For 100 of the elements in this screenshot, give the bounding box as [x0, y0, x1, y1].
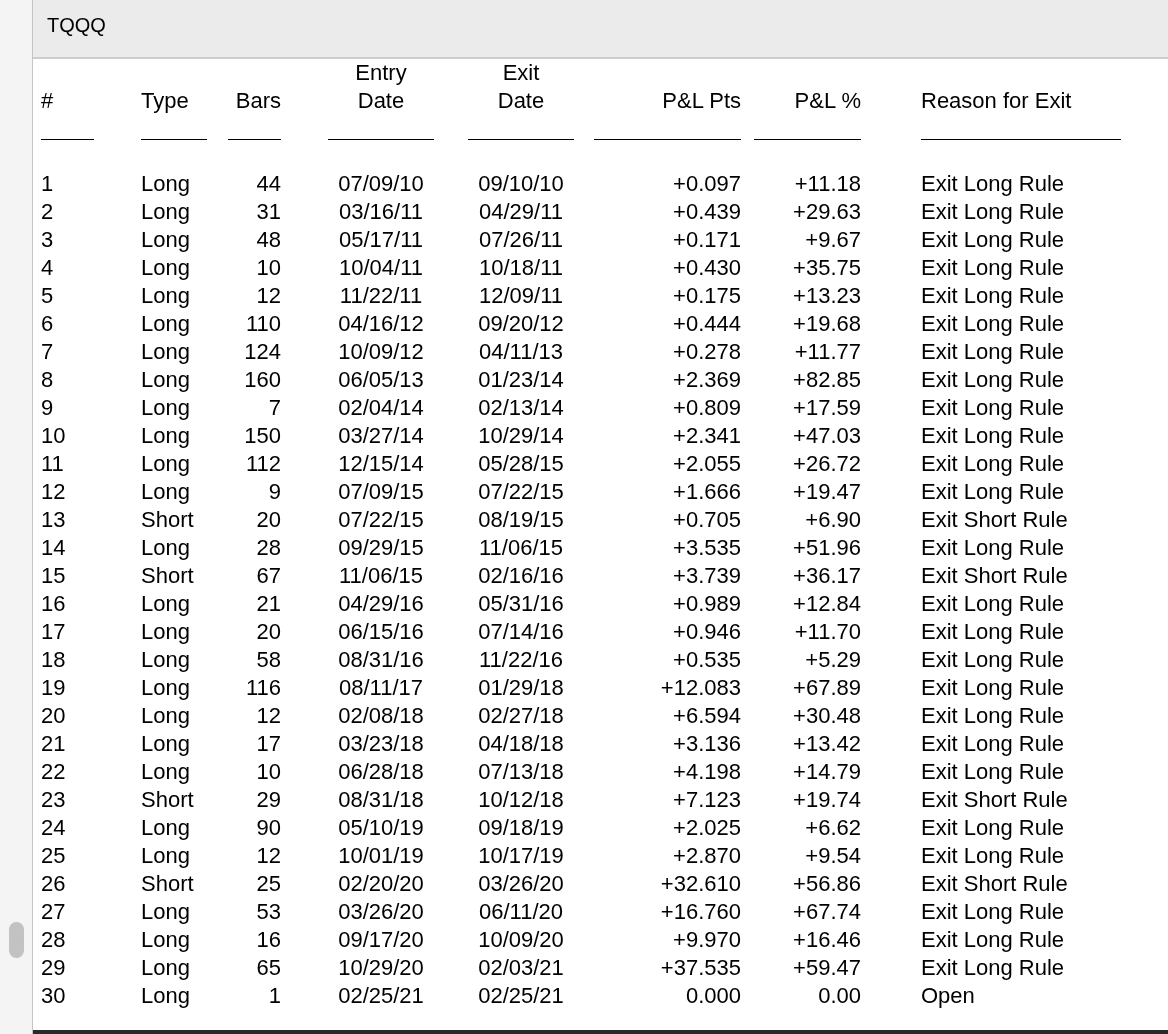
- table-cell-text: 116: [244, 674, 281, 702]
- table-cell-text: +56.86: [792, 870, 861, 898]
- table-cell-text: 10/12/18: [477, 786, 565, 814]
- table-cell-text: Exit Long Rule: [921, 366, 1066, 394]
- table-cell-text: Exit Long Rule: [921, 478, 1066, 506]
- table-cell-text: 110: [244, 310, 281, 338]
- table-cell-text: 19: [41, 674, 67, 702]
- table-cell-text: Long: [141, 478, 191, 506]
- table-cell-text: +13.42: [792, 730, 861, 758]
- table-cell-text: 09/18/19: [477, 814, 565, 842]
- table-cell-text: +0.989: [672, 590, 741, 618]
- table-cell-text: 01/29/18: [477, 674, 565, 702]
- table-cell-text: 30: [41, 982, 67, 1010]
- table-cell-text: Exit Long Rule: [921, 450, 1066, 478]
- table-cell-text: +6.62: [804, 814, 861, 842]
- column-header: #: [41, 87, 94, 140]
- table-cell-text: Exit Long Rule: [921, 254, 1066, 282]
- table-cell-text: Exit Long Rule: [921, 310, 1066, 338]
- table-cell-text: 0.000: [684, 982, 741, 1010]
- table-cell-text: 10/17/19: [477, 842, 565, 870]
- table-cell-text: Exit Long Rule: [921, 338, 1066, 366]
- table-cell-text: 10/29/14: [477, 422, 565, 450]
- table-cell-text: 31: [255, 198, 281, 226]
- table-cell-text: 7: [41, 338, 55, 366]
- table-cell-text: +0.946: [672, 618, 741, 646]
- table-cell-text: +3.535: [672, 534, 741, 562]
- table-cell-text: 04/29/16: [337, 590, 425, 618]
- table-cell-text: 21: [255, 590, 281, 618]
- table-cell-text: 9: [267, 478, 281, 506]
- table-cell-text: 07/22/15: [477, 478, 565, 506]
- table-cell-text: +0.175: [672, 282, 741, 310]
- table-cell-text: 06/15/16: [337, 618, 425, 646]
- table-cell-text: +51.96: [792, 534, 861, 562]
- table-cell-text: Exit Long Rule: [921, 646, 1066, 674]
- table-cell-text: 23: [41, 786, 67, 814]
- table-cell-text: Long: [141, 758, 191, 786]
- table-cell-text: 10: [255, 758, 281, 786]
- table-cell-text: +9.67: [804, 226, 861, 254]
- table-cell-text: +3.136: [672, 730, 741, 758]
- table-cell-text: 1: [267, 982, 281, 1010]
- table-cell-text: Long: [141, 366, 191, 394]
- table-cell-text: Short: [141, 562, 195, 590]
- table-cell-text: 10/09/20: [477, 926, 565, 954]
- table-cell-text: 05/10/19: [337, 814, 425, 842]
- table-cell-text: +2.341: [672, 422, 741, 450]
- table-cell-text: Exit Short Rule: [921, 786, 1069, 814]
- table-cell-text: +1.666: [672, 478, 741, 506]
- table-cell-text: Exit Short Rule: [921, 506, 1069, 534]
- table-cell-text: Long: [141, 254, 191, 282]
- table-cell-text: 09/29/15: [337, 534, 425, 562]
- table-cell-text: 02/04/14: [337, 394, 425, 422]
- table-cell-text: 21: [41, 730, 67, 758]
- table-cell-text: +82.85: [792, 366, 861, 394]
- scrollbar-thumb[interactable]: [8, 922, 24, 958]
- table-cell-text: 10/04/11: [338, 254, 424, 282]
- table-cell-text: Long: [141, 674, 191, 702]
- table-cell-text: +0.439: [672, 198, 741, 226]
- table-cell-text: +32.610: [659, 870, 741, 898]
- table-cell-text: 17: [255, 730, 281, 758]
- table-cell-text: 11/22/11: [338, 282, 424, 310]
- table-cell-text: +26.72: [792, 450, 861, 478]
- table-cell-text: Long: [141, 226, 191, 254]
- table-cell-text: Long: [141, 170, 191, 198]
- table-cell-text: +13.23: [792, 282, 861, 310]
- table-cell-text: 07/13/18: [477, 758, 565, 786]
- table-cell-text: Exit Short Rule: [921, 562, 1069, 590]
- table-cell-text: 02/16/16: [477, 562, 565, 590]
- table-cell-text: Exit Long Rule: [921, 814, 1066, 842]
- table-cell-text: Long: [141, 618, 191, 646]
- table-cell-text: 02/08/18: [337, 702, 425, 730]
- table-cell-text: 06/05/13: [337, 366, 425, 394]
- table-cell-text: Long: [141, 646, 191, 674]
- table-cell-text: +11.77: [793, 338, 861, 366]
- table-cell-text: 65: [255, 954, 281, 982]
- table-cell-text: 15: [41, 562, 67, 590]
- table-cell-text: +19.47: [792, 478, 861, 506]
- table-cell-text: +12.84: [792, 590, 861, 618]
- table-cell-text: 48: [255, 226, 281, 254]
- table-cell-text: 10/01/19: [337, 842, 425, 870]
- table-cell-text: +2.369: [672, 366, 741, 394]
- table-cell-text: +0.097: [672, 170, 741, 198]
- column-header: Entry Date: [328, 59, 434, 140]
- table-cell-text: 11: [41, 450, 65, 478]
- table-cell-text: Exit Long Rule: [921, 198, 1066, 226]
- table-cell-text: 02/03/21: [477, 954, 565, 982]
- table-cell-text: 08/11/17: [338, 674, 424, 702]
- table-cell-text: Long: [141, 310, 191, 338]
- table-cell-text: 09/10/10: [477, 170, 565, 198]
- table-cell-text: 20: [41, 702, 67, 730]
- table-cell-text: Long: [141, 198, 191, 226]
- table-cell-text: +19.68: [792, 310, 861, 338]
- table-cell-text: 05/28/15: [477, 450, 565, 478]
- table-cell-text: 28: [41, 926, 67, 954]
- table-cell-text: 24: [41, 814, 67, 842]
- table-cell-text: Short: [141, 870, 195, 898]
- table-cell-text: 25: [41, 842, 67, 870]
- table-cell-text: 18: [41, 646, 67, 674]
- table-cell-text: Long: [141, 450, 191, 478]
- table-cell-text: 07/09/15: [337, 478, 425, 506]
- table-cell-text: +0.705: [672, 506, 741, 534]
